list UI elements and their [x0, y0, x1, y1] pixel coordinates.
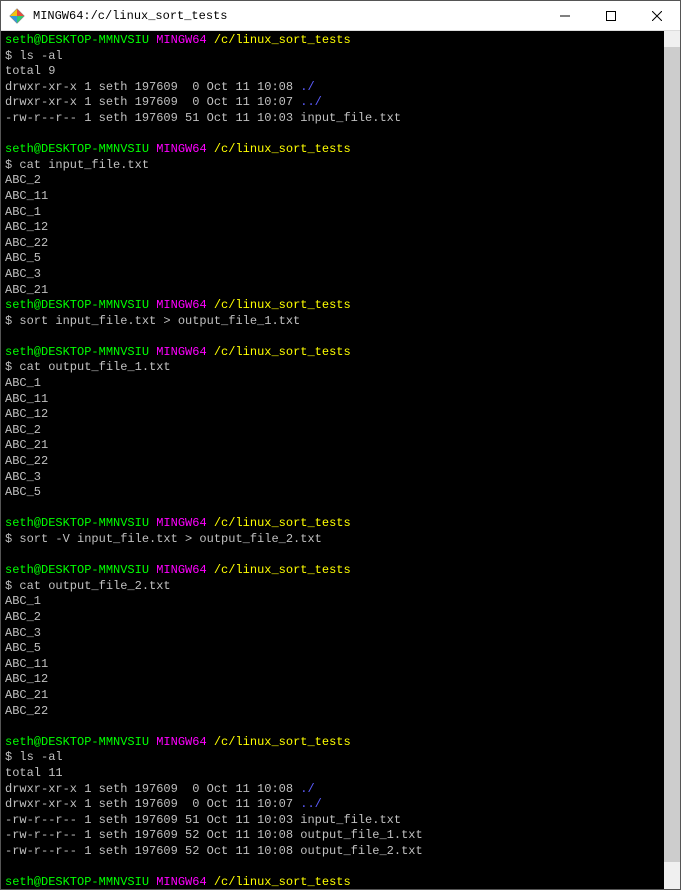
scrollbar[interactable]	[664, 31, 680, 889]
output-line: ABC_5	[5, 641, 41, 655]
output-line: ABC_12	[5, 407, 48, 421]
output-line: ABC_3	[5, 626, 41, 640]
output-line: ABC_5	[5, 251, 41, 265]
output-line: ABC_22	[5, 236, 48, 250]
output-line: ABC_12	[5, 672, 48, 686]
window-controls	[542, 1, 680, 31]
prompt-path: /c/linux_sort_tests	[214, 142, 351, 156]
prompt-user: seth@DESKTOP-MMNVSIU	[5, 563, 149, 577]
app-icon	[9, 8, 25, 24]
terminal-output[interactable]: seth@DESKTOP-MMNVSIU MINGW64 /c/linux_so…	[1, 31, 680, 889]
output-line: ABC_11	[5, 189, 48, 203]
titlebar[interactable]: MINGW64:/c/linux_sort_tests	[1, 1, 680, 31]
output-line: drwxr-xr-x 1 seth 197609 0 Oct 11 10:07	[5, 95, 300, 109]
output-line: -rw-r--r-- 1 seth 197609 51 Oct 11 10:03…	[5, 813, 401, 827]
command-line: $ sort input_file.txt > output_file_1.tx…	[5, 314, 300, 328]
output-line: ABC_22	[5, 454, 48, 468]
output-line: ABC_1	[5, 205, 41, 219]
command-line: $ cat output_file_1.txt	[5, 360, 171, 374]
prompt-mingw: MINGW64	[156, 516, 206, 530]
minimize-button[interactable]	[542, 1, 588, 31]
output-line: ABC_3	[5, 267, 41, 281]
prompt-mingw: MINGW64	[156, 875, 206, 889]
output-line: drwxr-xr-x 1 seth 197609 0 Oct 11 10:08	[5, 782, 300, 796]
prompt-path: /c/linux_sort_tests	[214, 563, 351, 577]
output-line: ABC_22	[5, 704, 48, 718]
output-line: ABC_3	[5, 470, 41, 484]
close-button[interactable]	[634, 1, 680, 31]
output-line: ABC_1	[5, 594, 41, 608]
prompt-path: /c/linux_sort_tests	[214, 345, 351, 359]
prompt-user: seth@DESKTOP-MMNVSIU	[5, 875, 149, 889]
command-line: $ ls -al	[5, 49, 63, 63]
command-line: $ cat input_file.txt	[5, 158, 149, 172]
prompt-path: /c/linux_sort_tests	[214, 516, 351, 530]
output-line: ABC_2	[5, 423, 41, 437]
prompt-user: seth@DESKTOP-MMNVSIU	[5, 33, 149, 47]
prompt-mingw: MINGW64	[156, 33, 206, 47]
output-line: ABC_11	[5, 392, 48, 406]
output-line: ABC_1	[5, 376, 41, 390]
dir-name: ../	[300, 95, 322, 109]
prompt-user: seth@DESKTOP-MMNVSIU	[5, 298, 149, 312]
prompt-user: seth@DESKTOP-MMNVSIU	[5, 735, 149, 749]
prompt-mingw: MINGW64	[156, 345, 206, 359]
command-line: $ ls -al	[5, 750, 63, 764]
prompt-path: /c/linux_sort_tests	[214, 298, 351, 312]
output-line: ABC_21	[5, 438, 48, 452]
output-line: ABC_2	[5, 610, 41, 624]
prompt-user: seth@DESKTOP-MMNVSIU	[5, 516, 149, 530]
output-line: ABC_2	[5, 173, 41, 187]
dir-name: ../	[300, 797, 322, 811]
prompt-mingw: MINGW64	[156, 298, 206, 312]
output-line: ABC_12	[5, 220, 48, 234]
command-line: $ cat output_file_2.txt	[5, 579, 171, 593]
terminal-container: seth@DESKTOP-MMNVSIU MINGW64 /c/linux_so…	[1, 31, 680, 889]
prompt-path: /c/linux_sort_tests	[214, 875, 351, 889]
prompt-user: seth@DESKTOP-MMNVSIU	[5, 142, 149, 156]
output-line: ABC_5	[5, 485, 41, 499]
output-line: -rw-r--r-- 1 seth 197609 52 Oct 11 10:08…	[5, 828, 423, 842]
output-line: ABC_11	[5, 657, 48, 671]
output-line: ABC_21	[5, 688, 48, 702]
maximize-button[interactable]	[588, 1, 634, 31]
terminal-window: MINGW64:/c/linux_sort_tests seth@DESKTOP…	[0, 0, 681, 890]
output-line: total 11	[5, 766, 63, 780]
output-line: total 9	[5, 64, 55, 78]
output-line: drwxr-xr-x 1 seth 197609 0 Oct 11 10:07	[5, 797, 300, 811]
prompt-path: /c/linux_sort_tests	[214, 735, 351, 749]
output-line: -rw-r--r-- 1 seth 197609 52 Oct 11 10:08…	[5, 844, 423, 858]
output-line: -rw-r--r-- 1 seth 197609 51 Oct 11 10:03…	[5, 111, 401, 125]
dir-name: ./	[300, 782, 314, 796]
prompt-path: /c/linux_sort_tests	[214, 33, 351, 47]
output-line: ABC_21	[5, 283, 48, 297]
prompt-mingw: MINGW64	[156, 563, 206, 577]
prompt-user: seth@DESKTOP-MMNVSIU	[5, 345, 149, 359]
prompt-mingw: MINGW64	[156, 142, 206, 156]
command-line: $ sort -V input_file.txt > output_file_2…	[5, 532, 322, 546]
prompt-mingw: MINGW64	[156, 735, 206, 749]
scrollbar-thumb[interactable]	[664, 47, 680, 862]
window-title: MINGW64:/c/linux_sort_tests	[33, 9, 542, 23]
output-line: drwxr-xr-x 1 seth 197609 0 Oct 11 10:08	[5, 80, 300, 94]
dir-name: ./	[300, 80, 314, 94]
